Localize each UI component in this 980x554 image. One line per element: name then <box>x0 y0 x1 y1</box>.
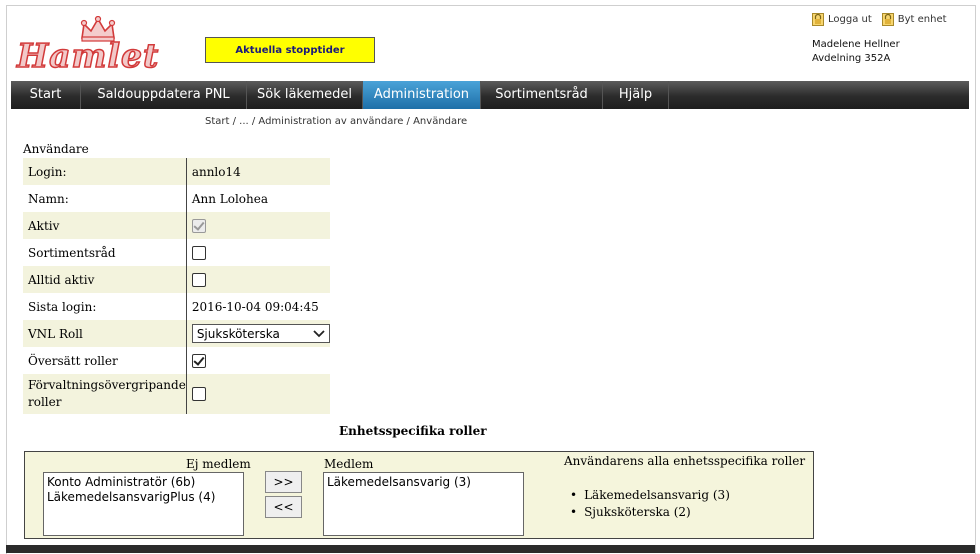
hamlet-logo[interactable]: Hamlet <box>16 14 167 76</box>
lock-icon <box>812 13 824 26</box>
nav-saldouppdatera[interactable]: Saldouppdatera PNL <box>81 81 247 109</box>
cross-admin-label: Förvaltningsövergripande roller <box>23 374 187 414</box>
cross-admin-label-line2: roller <box>28 395 62 409</box>
nav-start[interactable]: Start <box>11 81 81 109</box>
list-item[interactable]: Läkemedelsansvarig (3) <box>327 475 520 490</box>
cross-admin-label-line1: Förvaltningsövergripande <box>28 378 186 392</box>
unit-name: Avdelning 352A <box>812 53 891 64</box>
form-row-cross-admin: Förvaltningsövergripande roller <box>23 374 330 414</box>
main-nav: Start Saldouppdatera PNL Sök läkemedel A… <box>11 81 969 109</box>
logo-text: Hamlet <box>16 35 160 76</box>
form-row-sortiment: Sortimentsråd <box>23 239 330 266</box>
form-row-override: Översätt roller <box>23 347 330 374</box>
roles-title: Enhetsspecifika roller <box>339 424 487 438</box>
user-form: Login: annlo14 Namn: Ann Lolohea Aktiv S… <box>23 158 330 414</box>
switch-unit-link[interactable]: Byt enhet <box>881 13 947 26</box>
not-member-label: Ej medlem <box>186 457 251 471</box>
form-row-name: Namn: Ann Lolohea <box>23 185 330 212</box>
always-active-label: Alltid aktiv <box>23 266 187 293</box>
stop-times-button[interactable]: Aktuella stopptider <box>205 37 375 63</box>
vnl-role-value: Sjuksköterska <box>196 326 280 341</box>
vnl-role-select[interactable]: Sjuksköterska <box>191 324 330 343</box>
user-info: Madelene Hellner Avdelning 352A <box>812 38 900 66</box>
override-checkbox[interactable] <box>191 353 206 368</box>
list-item: Sjuksköterska (2) <box>570 504 730 521</box>
name-label: Namn: <box>23 185 187 212</box>
sortiment-checkbox[interactable] <box>191 245 206 260</box>
all-roles-list: Läkemedelsansvarig (3) Sjuksköterska (2) <box>570 487 730 521</box>
footer-bar <box>6 545 975 553</box>
member-listbox[interactable]: Läkemedelsansvarig (3) <box>323 472 524 536</box>
last-login-label: Sista login: <box>23 293 187 320</box>
switch-unit-label: Byt enhet <box>897 14 947 25</box>
list-item[interactable]: Konto Administratör (6b) <box>47 475 240 490</box>
active-checkbox <box>191 218 206 233</box>
lock-icon <box>881 13 894 26</box>
add-role-button[interactable]: >> <box>265 471 302 493</box>
always-active-checkbox[interactable] <box>191 272 206 287</box>
list-item: Läkemedelsansvarig (3) <box>570 487 730 504</box>
last-login-value: 2016-10-04 09:04:45 <box>186 293 330 320</box>
breadcrumb[interactable]: Start / ... / Administration av användar… <box>205 116 467 127</box>
form-row-always-active: Alltid aktiv <box>23 266 330 293</box>
nav-hjalp[interactable]: Hjälp <box>603 81 669 109</box>
logout-label: Logga ut <box>828 14 872 25</box>
active-label: Aktiv <box>23 212 187 239</box>
form-row-vnl: VNL Roll Sjuksköterska <box>23 320 330 347</box>
member-label: Medlem <box>324 457 374 471</box>
list-item[interactable]: LäkemedelsansvarigPlus (4) <box>47 490 240 505</box>
logout-link[interactable]: Logga ut <box>812 13 872 26</box>
login-value: annlo14 <box>186 158 330 185</box>
name-value: Ann Lolohea <box>186 185 330 212</box>
sortiment-label: Sortimentsråd <box>23 239 187 266</box>
form-row-active: Aktiv <box>23 212 330 239</box>
not-member-listbox[interactable]: Konto Administratör (6b) Läkemedelsansva… <box>43 472 244 536</box>
chevron-down-icon <box>313 329 325 337</box>
vnl-label: VNL Roll <box>23 320 187 347</box>
login-label: Login: <box>23 158 187 185</box>
form-row-login: Login: annlo14 <box>23 158 330 185</box>
nav-sortimentsrad[interactable]: Sortimentsråd <box>481 81 603 109</box>
all-roles-label: Användarens alla enhetsspecifika roller <box>564 454 806 468</box>
override-label: Översätt roller <box>23 347 187 374</box>
cross-admin-checkbox[interactable] <box>191 387 206 402</box>
remove-role-button[interactable]: << <box>265 496 302 518</box>
top-links: Logga ut Byt enhet <box>812 13 947 26</box>
form-row-last-login: Sista login: 2016-10-04 09:04:45 <box>23 293 330 320</box>
nav-administration[interactable]: Administration <box>363 81 481 109</box>
user-name: Madelene Hellner <box>812 39 900 50</box>
section-title: Användare <box>23 142 89 156</box>
nav-sok-lakemedel[interactable]: Sök läkemedel <box>247 81 363 109</box>
